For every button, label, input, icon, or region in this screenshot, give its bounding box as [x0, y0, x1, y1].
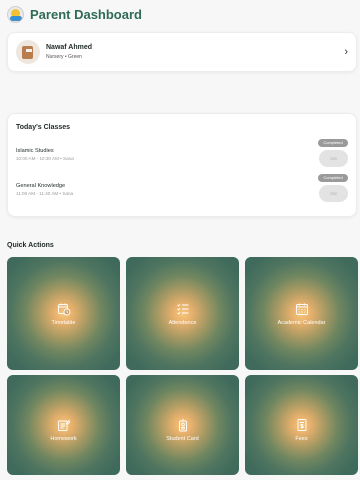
quick-action-attendence[interactable]: Attendence	[126, 257, 239, 370]
class-row: Islamic Studies 10:00 AM - 10:30 AM • Sa…	[16, 139, 348, 171]
quick-action-academic-calendar[interactable]: Academic Calendar	[245, 257, 358, 370]
app-header: Parent Dashboard	[0, 0, 360, 28]
join-button[interactable]: Join	[319, 185, 348, 202]
class-name: Islamic Studies	[16, 148, 54, 154]
class-row: General Knowledge 11:00 AM - 11:40 AM • …	[16, 174, 348, 206]
student-class: Nursery • Green	[46, 54, 82, 60]
avatar	[16, 40, 40, 64]
class-name: General Knowledge	[16, 183, 66, 189]
status-badge: Completed	[318, 139, 348, 147]
join-button[interactable]: Join	[319, 150, 348, 167]
quick-action-label: Timetable	[51, 319, 76, 326]
receipt-icon	[297, 419, 306, 431]
checklist-icon	[176, 303, 188, 315]
section-title: Quick Actions	[7, 242, 54, 249]
quick-action-label: Academic Calendar	[277, 319, 326, 326]
quick-action-fees[interactable]: Fees	[245, 375, 358, 475]
school-logo-icon	[7, 5, 24, 23]
quick-action-timetable[interactable]: Timetable	[7, 257, 120, 370]
class-time: 11:00 AM - 11:40 AM • Sana	[16, 191, 74, 196]
id-badge-icon	[178, 418, 187, 432]
class-time: 10:00 AM - 10:30 AM • Sana	[16, 156, 74, 161]
calendar-clock-icon	[57, 303, 70, 315]
student-name: Nawaf Ahmed	[46, 44, 93, 51]
homework-icon	[57, 419, 70, 431]
quick-action-label: Attendence	[168, 319, 197, 326]
quick-action-label: Fees	[295, 436, 308, 442]
calendar-grid-icon	[295, 303, 308, 315]
quick-action-label: Homework	[50, 436, 77, 442]
todays-classes-card: Today's Classes Islamic Studies 10:00 AM…	[7, 113, 357, 217]
quick-action-student-card[interactable]: Student Card	[126, 375, 239, 475]
student-card[interactable]: Nawaf Ahmed Nursery • Green ›	[7, 32, 357, 72]
chevron-right-icon[interactable]: ›	[344, 45, 348, 59]
quick-action-homework[interactable]: Homework	[7, 375, 120, 475]
status-badge: Completed	[318, 174, 348, 182]
quick-action-label: Student Card	[166, 436, 199, 442]
section-title: Today's Classes	[16, 124, 71, 131]
page-title: Parent Dashboard	[30, 6, 142, 22]
